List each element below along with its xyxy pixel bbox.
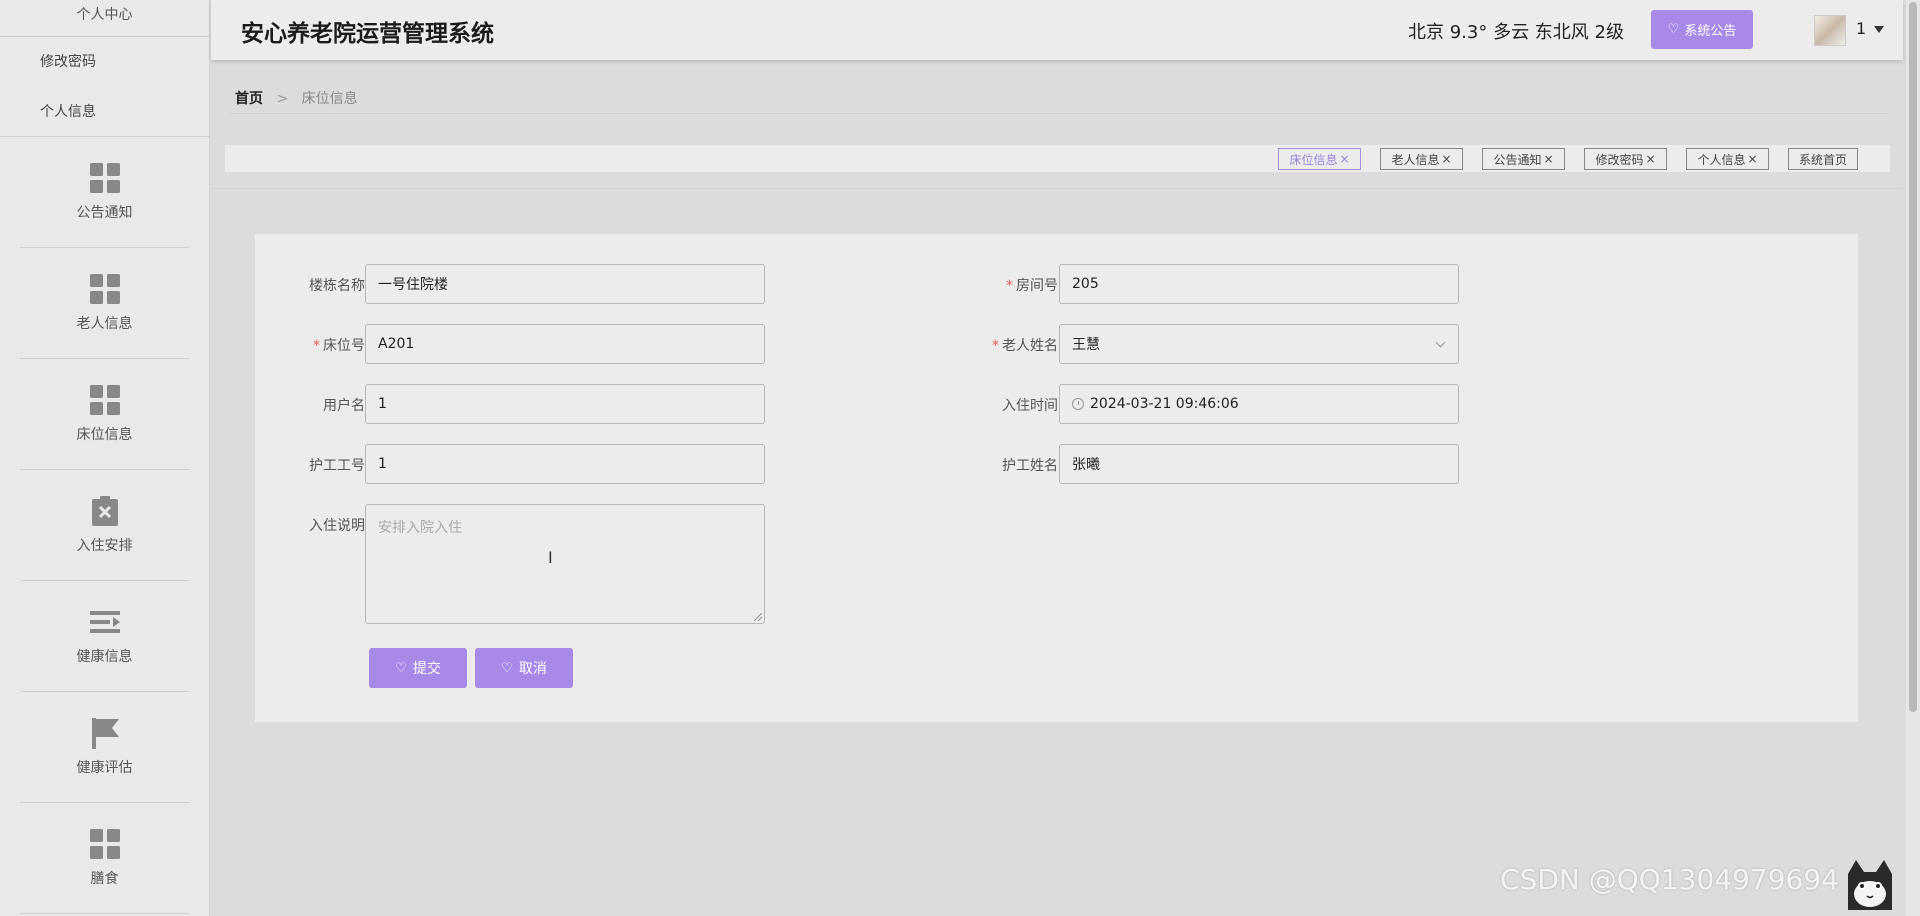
bed-input[interactable]: A201 [365,324,765,364]
sidebar-section-personal[interactable]: 个人中心 [0,0,209,37]
submit-button[interactable]: ♡ 提交 [369,648,467,688]
clipboard-x-icon [91,496,118,526]
close-icon[interactable]: × [1645,152,1655,166]
sidebar-item-label: 老人信息 [76,316,133,332]
breadcrumb-home[interactable]: 首页 [235,91,263,107]
nurse-id-input[interactable]: 1 [365,444,765,484]
submit-label: 提交 [412,661,441,677]
clock-icon [1072,398,1084,410]
sidebar-item-label: 公告通知 [76,205,133,221]
tag-change-password[interactable]: 修改密码 × [1584,148,1667,170]
tag-elders[interactable]: 老人信息 × [1380,148,1463,170]
close-icon[interactable]: × [1339,152,1349,166]
tags-divider [211,188,1903,189]
grid-icon [89,163,120,193]
chevron-down-icon [1435,337,1446,348]
room-label: * 房间号 [1006,278,1058,294]
cat-mascot-icon [1848,860,1892,910]
text-cursor-icon: I [548,548,553,567]
note-textarea[interactable]: 安排入院入住 [365,504,765,624]
sidebar-item-beds[interactable]: 床位信息 [20,359,189,470]
building-label: 楼栋名称 [309,278,365,294]
grid-icon [89,385,120,415]
checkin-time-input[interactable]: 2024-03-21 09:46:06 [1059,384,1459,424]
heart-icon: ♡ [1667,22,1680,37]
elder-select[interactable]: 王慧 [1059,324,1459,364]
elder-label: * 老人姓名 [992,338,1058,354]
tag-label: 老人信息 [1391,152,1440,167]
room-input[interactable]: 205 [1059,264,1459,304]
building-input[interactable]: 一号住院楼 [365,264,765,304]
bed-info-form: 楼栋名称 一号住院楼 * 房间号 205 * 床位号 A201 * 老人姓名 王慧 用… [255,234,1858,722]
required-mark: * [1006,278,1013,294]
sidebar-item-label: 床位信息 [76,427,133,443]
close-icon[interactable]: × [1747,152,1757,166]
sidebar-item-label: 健康信息 [76,649,133,665]
list-indent-icon [89,611,120,633]
breadcrumb: 首页 > 床位信息 [235,88,358,108]
grid-icon [89,274,120,304]
tag-label: 修改密码 [1595,152,1644,167]
caret-down-icon[interactable] [1874,26,1884,33]
app-title: 安心养老院运营管理系统 [241,21,494,47]
close-icon[interactable]: × [1543,152,1553,166]
sidebar-item-health-assessment[interactable]: 健康评估 [20,692,189,803]
sidebar-item-checkin[interactable]: 入住安排 [20,470,189,581]
elder-select-value: 王慧 [1072,337,1100,353]
tag-beds[interactable]: 床位信息 × [1278,148,1361,170]
checkin-time-label: 入住时间 [1002,398,1058,414]
note-label: 入住说明 [309,518,365,534]
checkin-time-value: 2024-03-21 09:46:06 [1090,396,1239,412]
tag-label: 个人信息 [1697,152,1746,167]
username-label: 用户名 [323,398,365,414]
sidebar-item-label: 膳食 [90,871,119,887]
heart-icon: ♡ [501,660,513,676]
grid-icon [89,829,120,859]
nurse-name-input[interactable]: 张曦 [1059,444,1459,484]
note-placeholder: 安排入院入住 [378,520,462,536]
breadcrumb-current: 床位信息 [301,91,358,107]
cancel-button[interactable]: ♡ 取消 [475,648,573,688]
nurse-id-label: 护工工号 [309,458,365,474]
tag-label: 公告通知 [1493,152,1542,167]
sidebar-item-announcements[interactable]: 公告通知 [20,137,189,248]
flag-icon [91,718,119,749]
sidebar-item-health-info[interactable]: 健康信息 [20,581,189,692]
sidebar-item-label: 入住安排 [76,538,133,554]
tag-label: 系统首页 [1798,152,1847,167]
system-notice-label: 系统公告 [1684,24,1737,39]
cancel-label: 取消 [518,661,547,677]
breadcrumb-separator: > [276,91,289,107]
nurse-name-label: 护工姓名 [1002,458,1058,474]
sidebar: 个人中心 修改密码 个人信息 公告通知 老人信息 床位信息 入住安排 健康信息 … [0,0,210,916]
required-mark: * [313,338,320,354]
sidebar-item-meals[interactable]: 膳食 [20,803,189,914]
sidebar-item-label: 健康评估 [76,760,133,776]
tag-home[interactable]: 系统首页 [1788,148,1858,170]
page-scrollbar[interactable] [1906,0,1920,916]
resize-handle[interactable] [754,613,762,621]
system-notice-button[interactable]: ♡ 系统公告 [1651,10,1753,49]
weather-info: 北京 9.3° 多云 东北风 2级 [1408,22,1624,43]
scrollbar-thumb[interactable] [1909,2,1917,712]
sidebar-item-elders[interactable]: 老人信息 [20,248,189,359]
required-mark: * [992,338,999,354]
sidebar-item-personal-info[interactable]: 个人信息 [0,87,209,137]
heart-icon: ♡ [395,660,407,676]
user-name[interactable]: 1 [1856,19,1866,38]
bed-label: * 床位号 [313,338,365,354]
top-header: 安心养老院运营管理系统 北京 9.3° 多云 东北风 2级 ♡ 系统公告 1 [211,0,1903,60]
close-icon[interactable]: × [1441,152,1451,166]
sidebar-item-change-password[interactable]: 修改密码 [0,37,209,87]
breadcrumb-divider [230,113,1888,114]
username-input[interactable]: 1 [365,384,765,424]
avatar[interactable] [1814,15,1846,46]
tag-announcements[interactable]: 公告通知 × [1482,148,1565,170]
tag-personal-info[interactable]: 个人信息 × [1686,148,1769,170]
watermark: CSDN @QQ1304979694 [1500,863,1839,896]
tag-label: 床位信息 [1289,152,1338,167]
